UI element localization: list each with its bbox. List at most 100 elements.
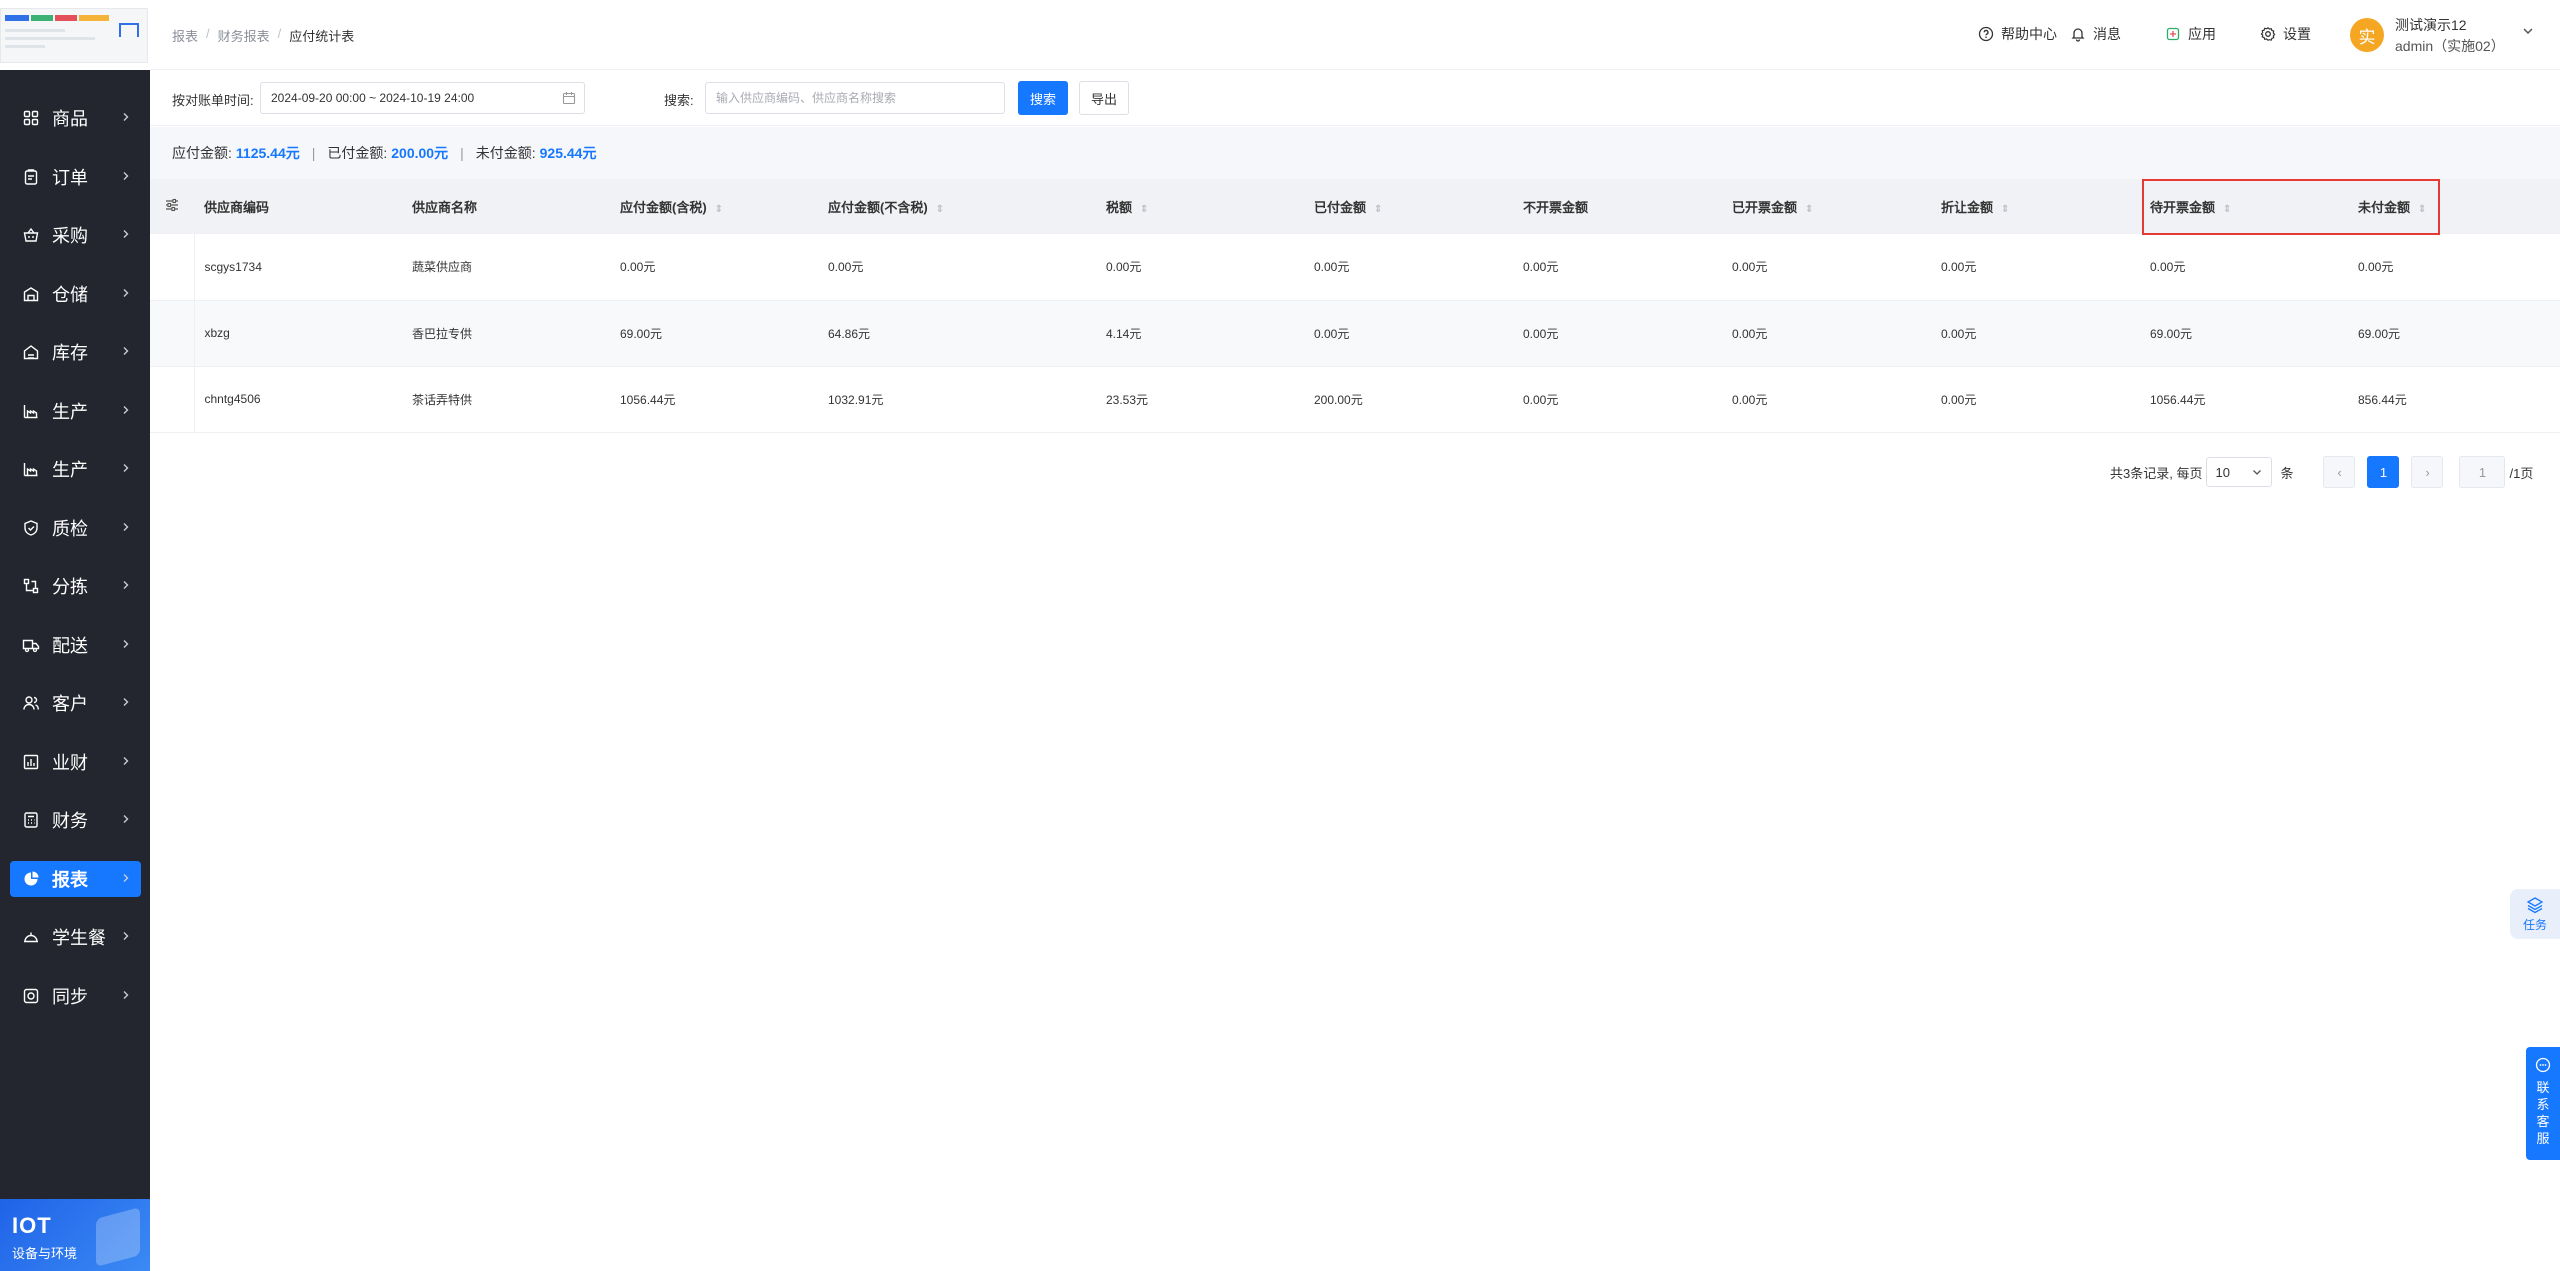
chevron-down-icon [2253,470,2262,475]
sidebar-item-4[interactable]: 库存 [10,334,141,370]
summary-divider: | [460,145,464,161]
avatar[interactable]: 实 [2350,18,2384,52]
sidebar-item-13[interactable]: 报表 [10,860,141,897]
apps-button[interactable]: 应用 [2165,24,2216,44]
prev-page-button[interactable]: ‹ [2323,456,2356,488]
chevron-right-icon [121,638,131,652]
col-header-discount[interactable]: 折让金额 ⇕ [1931,179,2140,234]
sidebar-item-14[interactable]: 学生餐 [10,919,141,955]
factory-icon [22,460,40,478]
page-button-1[interactable]: 1 [2367,456,2400,488]
export-button[interactable]: 导出 [1079,81,1129,115]
sidebar-item-label: 配送 [52,635,88,656]
sidebar-item-12[interactable]: 财务 [10,802,141,838]
clipboard-icon [22,168,40,186]
chevron-right-icon [121,111,131,125]
sort-icon[interactable]: ⇕ [1805,204,1813,215]
next-page-button[interactable]: › [2411,456,2444,488]
iot-banner[interactable]: IOT 设备与环境 [0,1199,150,1271]
sort-icon [22,577,40,595]
table-cell: 4.14元 [1096,300,1304,367]
logo[interactable] [0,0,150,70]
sidebar-item-0[interactable]: 商品 [10,100,141,136]
table-cell: 0.00元 [2348,234,2560,301]
table-cell: 蔬菜供应商 [402,234,610,301]
sort-icon[interactable]: ⇕ [1140,204,1148,215]
date-range-picker[interactable]: 2024-09-20 00:00 ~ 2024-10-19 24:00 [260,82,585,114]
sidebar-item-6[interactable]: 生产 [10,451,141,487]
factory-icon [22,402,40,420]
chevron-right-icon [121,579,131,593]
table-cell: 0.00元 [818,234,1096,301]
sort-icon[interactable]: ⇕ [2001,204,2009,215]
sidebar-item-11[interactable]: 业财 [10,744,141,780]
chevron-right-icon [121,696,131,710]
chevron-right-icon [121,521,131,535]
sidebar-item-15[interactable]: 同步 [10,978,141,1014]
inventory-icon [22,343,40,361]
col-header-paid[interactable]: 已付金额 ⇕ [1304,179,1513,234]
sort-icon[interactable]: ⇕ [936,204,944,215]
sidebar-item-7[interactable]: 质检 [10,510,141,546]
sidebar: 商品 订单 采购 仓储 库存 生产 生产 质检 分拣 配送 客户 业财 财务 报表 学生餐 同步 IOT 设备… [0,0,150,1271]
messages-button[interactable]: 消息 [2070,24,2121,44]
row-spacer [150,234,195,301]
table-cell: 茶话弄特供 [402,366,610,433]
col-header-payable-tax-excl[interactable]: 应付金额(不含税) ⇕ [818,179,1096,234]
user-name[interactable]: 测试演示12 [2395,15,2467,35]
help-icon [1978,26,1994,42]
sidebar-item-1[interactable]: 订单 [10,159,141,195]
col-header-supplier-name: 供应商名称 [402,179,610,234]
page-jump-input[interactable]: 1 [2459,456,2506,488]
sidebar-item-label: 客户 [52,694,88,714]
contact-service-label: 联系客服 [2536,1080,2550,1146]
sidebar-item-2[interactable]: 采购 [10,217,141,253]
sidebar-item-3[interactable]: 仓储 [10,276,141,312]
sort-icon[interactable]: ⇕ [1374,204,1382,215]
col-header-label: 折让金额 [1941,200,1994,215]
contact-service-button[interactable]: 联系客服 [2526,1047,2560,1160]
table-cell: 0.00元 [1931,234,2140,301]
sidebar-item-label: 商品 [52,109,88,129]
table-cell: 64.86元 [818,300,1096,367]
search-label: 搜索: [664,93,694,108]
user-role: admin（实施02） [2395,38,2505,54]
search-button[interactable]: 搜索 [1018,81,1068,115]
row-spacer [150,366,195,433]
col-header-invoiced[interactable]: 已开票金额 ⇕ [1722,179,1931,234]
iot-banner-title: IOT [12,1213,52,1238]
breadcrumb-item-finance-reports[interactable]: 财务报表 [218,26,270,45]
table-cell: 0.00元 [1513,300,1722,367]
col-header-label: 应付金额(含税) [620,200,707,215]
truck-icon [22,636,40,654]
breadcrumb-separator: / [277,26,282,41]
settings-button[interactable]: 设置 [2260,24,2311,44]
row-spacer [150,300,195,367]
table-row[interactable]: scgys1734 蔬菜供应商 0.00元 0.00元 0.00元 0.00元 0.00元 0… [150,234,2560,301]
col-header-payable-tax-incl[interactable]: 应付金额(含税) ⇕ [610,179,818,234]
unpaid-label: 未付金额: [475,145,536,161]
col-header-tax[interactable]: 税额 ⇕ [1096,179,1304,234]
breadcrumb-item-reports[interactable]: 报表 [172,26,198,45]
chevron-right-icon [121,404,131,418]
column-settings-button[interactable] [150,179,194,234]
chevron-right-icon [121,462,131,476]
task-float-button[interactable]: 任务 [2510,889,2560,939]
page-size-select[interactable]: 10 [2206,457,2273,487]
search-input[interactable] [705,82,1005,114]
table-row[interactable]: chntg4506 茶话弄特供 1056.44元 1032.91元 23.53元 200.… [150,366,2560,433]
sidebar-item-9[interactable]: 配送 [10,627,141,663]
chevron-down-icon[interactable] [2521,24,2535,41]
sidebar-item-5[interactable]: 生产 [10,393,141,429]
help-center-button[interactable]: 帮助中心 [1978,24,2057,44]
sidebar-item-label: 生产 [52,401,88,422]
sort-icon[interactable]: ⇕ [715,204,723,215]
col-header-label: 税额 [1106,200,1133,215]
pie-chart-icon [22,870,40,888]
sidebar-item-8[interactable]: 分拣 [10,568,141,604]
col-header-label: 应付金额(不含税) [828,200,928,215]
col-header-label: 已开票金额 [1732,200,1798,215]
sidebar-item-10[interactable]: 客户 [10,685,141,721]
table-row[interactable]: xbzg 香巴拉专供 69.00元 64.86元 4.14元 0.00元 0.00元 0.00… [150,300,2560,367]
chevron-right-icon [121,813,131,827]
